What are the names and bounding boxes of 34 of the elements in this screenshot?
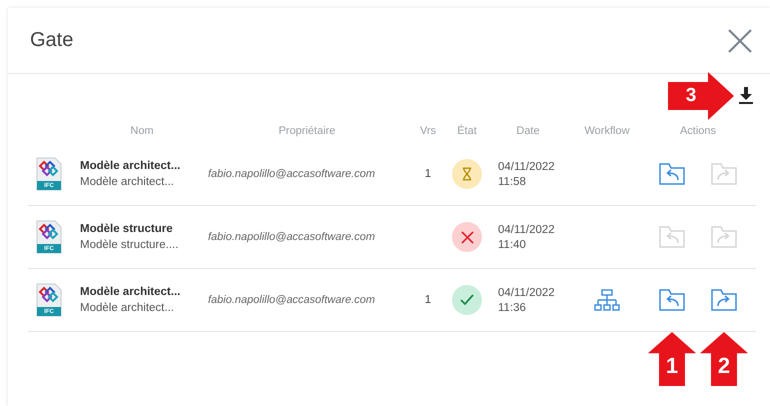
file-name: Modèle architect... [80, 286, 182, 298]
file-name: Modèle structure [80, 223, 174, 235]
close-icon[interactable] [728, 28, 752, 52]
owner-email: fabio.napolillo@accasoftware.com [207, 231, 376, 243]
callout-arrow: 1 [648, 332, 696, 386]
callout-arrow: 3 [668, 72, 734, 120]
date-text: 04/11/2022 [498, 160, 556, 172]
column-header: Date [515, 124, 541, 136]
column-header: Workflow [583, 124, 631, 136]
column-header: Vrs [418, 124, 438, 136]
file-description: Modèle structure.... [80, 239, 180, 251]
column-header: Propriétaire [278, 124, 336, 136]
file-description: Modèle architect... [80, 302, 175, 314]
file-name: Modèle architect... [80, 160, 182, 172]
version-number: 1 [424, 294, 432, 306]
folder-back-arrow-icon[interactable] [659, 289, 685, 311]
dialog-title: Gate [30, 29, 74, 52]
date-text: 04/11/2022 [498, 286, 556, 298]
date-text: 04/11/2022 [498, 224, 556, 236]
column-header: État [456, 124, 478, 136]
owner-email: fabio.napolillo@accasoftware.com [207, 294, 376, 306]
download-icon[interactable] [738, 87, 754, 105]
column-header: Actions [678, 124, 718, 136]
folder-back-arrow-icon[interactable] [659, 163, 685, 185]
column-header: Nom [129, 124, 155, 136]
version-number: 1 [424, 168, 432, 180]
folder-forward-arrow-icon[interactable] [711, 289, 737, 311]
owner-email: fabio.napolillo@accasoftware.com [207, 168, 376, 180]
time-text: 11:58 [498, 176, 527, 188]
time-text: 11:40 [498, 238, 527, 250]
callout-arrow: 2 [700, 332, 748, 386]
hierarchy-icon[interactable] [594, 289, 620, 311]
file-description: Modèle architect... [80, 176, 175, 188]
time-text: 11:36 [498, 302, 527, 314]
